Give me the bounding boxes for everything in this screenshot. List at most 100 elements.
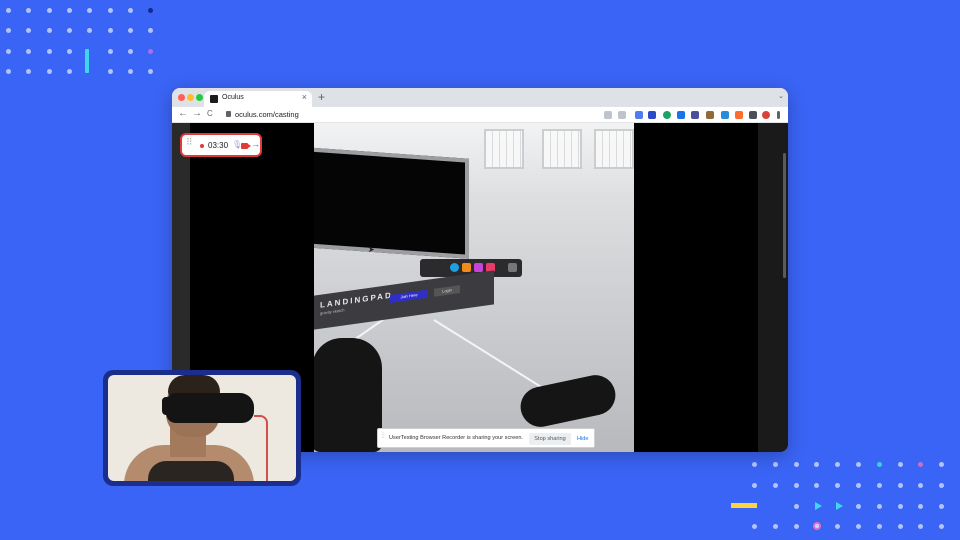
decorative-dot	[6, 28, 11, 34]
address-bar[interactable]: oculus.com/casting	[235, 110, 299, 119]
decorative-dot	[148, 8, 154, 13]
decorative-dot	[46, 68, 52, 74]
extension-icon[interactable]	[648, 111, 656, 119]
decorative-dot	[148, 48, 154, 54]
extension-icon[interactable]	[721, 111, 729, 119]
decorative-dot	[876, 503, 882, 509]
puzzle-extensions-icon[interactable]	[749, 111, 757, 119]
decorative-dot	[772, 462, 778, 467]
vr-cast-view: ➤ LANDINGPAD gravity sketch Join Here Lo…	[314, 123, 634, 452]
share-message: UserTesting Browser Recorder is sharing …	[389, 435, 523, 441]
drag-handle-icon[interactable]: ⠿	[186, 138, 193, 147]
vr-headset	[166, 393, 254, 423]
webcam-video	[108, 375, 296, 481]
decorative-dot	[897, 524, 903, 530]
extension-icon[interactable]	[677, 111, 685, 119]
screen-share-notification: ⁞ UserTesting Browser Recorder is sharin…	[377, 428, 595, 448]
participant-top	[148, 461, 234, 481]
vr-window	[484, 129, 524, 169]
decorative-dot	[918, 503, 924, 509]
decorative-dot	[897, 462, 903, 467]
decorative-dot	[814, 462, 820, 467]
app-grid-icon[interactable]	[508, 263, 517, 272]
decorative-dot	[148, 68, 154, 74]
browser-toolbar: ← → C oculus.com/casting	[172, 107, 788, 123]
new-tab-button[interactable]: +	[318, 90, 325, 104]
decorative-dot	[46, 28, 52, 34]
decorative-dot	[793, 503, 799, 509]
decorative-dot	[752, 524, 757, 530]
extension-icon[interactable]	[663, 111, 671, 119]
camera-icon[interactable]	[241, 143, 251, 149]
close-tab-icon[interactable]: ×	[302, 92, 307, 102]
extension-icon[interactable]	[706, 111, 714, 119]
decorative-dot	[835, 462, 841, 467]
decorative-dot	[752, 462, 757, 467]
extension-icon[interactable]	[691, 111, 699, 119]
decorative-dot	[876, 524, 882, 530]
tab-search-chevron-icon[interactable]: ⌄	[778, 92, 784, 100]
tab-oculus[interactable]: Oculus ×	[204, 91, 312, 107]
extension-icon[interactable]	[735, 111, 743, 119]
decorative-play-icon	[815, 502, 822, 510]
decorative-dot	[127, 28, 133, 34]
login-button[interactable]: Login	[434, 285, 460, 297]
cursor-pointer-icon: ➤	[368, 245, 375, 254]
decorative-cyan-bar	[85, 49, 89, 73]
headset-cable	[254, 415, 268, 481]
vr-left-controller	[314, 338, 382, 452]
decorative-dot	[26, 28, 32, 34]
decorative-ring-dot	[813, 522, 821, 530]
more-menu-icon[interactable]	[777, 111, 780, 119]
decorative-dot	[876, 482, 882, 488]
tab-bar: Oculus × + ⌄	[172, 88, 788, 107]
decorative-dot	[939, 503, 945, 509]
decorative-dot	[876, 462, 882, 467]
decorative-yellow-bar	[731, 503, 757, 508]
extension-icon[interactable]	[635, 111, 643, 119]
decorative-dot	[26, 48, 32, 54]
decorative-dot	[793, 524, 799, 530]
decorative-dot	[856, 482, 861, 488]
app-icon[interactable]	[474, 263, 483, 272]
recording-dot-icon	[200, 144, 204, 148]
reload-button[interactable]: C	[207, 109, 213, 118]
decorative-dot	[772, 482, 778, 488]
landingpad-title: LANDINGPAD	[320, 290, 393, 310]
bookmark-star-icon[interactable]	[618, 111, 626, 119]
recording-timer: 03:30	[208, 141, 229, 150]
close-window-button[interactable]	[178, 94, 185, 101]
decorative-dot	[107, 28, 113, 34]
decorative-dot	[918, 462, 924, 467]
next-arrow-button[interactable]: →	[251, 139, 260, 149]
app-icon[interactable]	[462, 263, 471, 272]
minimize-window-button[interactable]	[187, 94, 194, 101]
decorative-dot	[856, 503, 861, 509]
maximize-window-button[interactable]	[196, 94, 203, 101]
profile-avatar[interactable]	[762, 111, 770, 119]
decorative-dot	[107, 8, 113, 13]
decorative-dot	[107, 48, 113, 54]
forward-button[interactable]: →	[192, 108, 202, 119]
scrollbar-thumb[interactable]	[783, 153, 786, 278]
decorative-dot	[87, 8, 93, 13]
decorative-dot	[939, 524, 945, 530]
drag-handle-icon[interactable]: ⁞	[382, 433, 384, 440]
hide-button[interactable]: Hide	[577, 436, 589, 442]
decorative-dot	[87, 28, 93, 34]
app-icon[interactable]	[450, 263, 459, 272]
decorative-dot	[66, 68, 72, 74]
share-icon[interactable]	[604, 111, 612, 119]
vr-window	[542, 129, 582, 169]
decorative-dot	[897, 482, 903, 488]
decorative-dot	[148, 28, 154, 34]
decorative-dot	[835, 482, 841, 488]
decorative-dot	[793, 462, 799, 467]
stop-sharing-button[interactable]: Stop sharing	[529, 433, 571, 445]
decorative-dot	[918, 524, 924, 530]
decorative-dot	[856, 524, 861, 530]
vr-virtual-screen	[314, 147, 469, 259]
decorative-dot	[918, 482, 924, 488]
join-button[interactable]: Join Here	[390, 289, 428, 303]
back-button[interactable]: ←	[178, 108, 188, 119]
